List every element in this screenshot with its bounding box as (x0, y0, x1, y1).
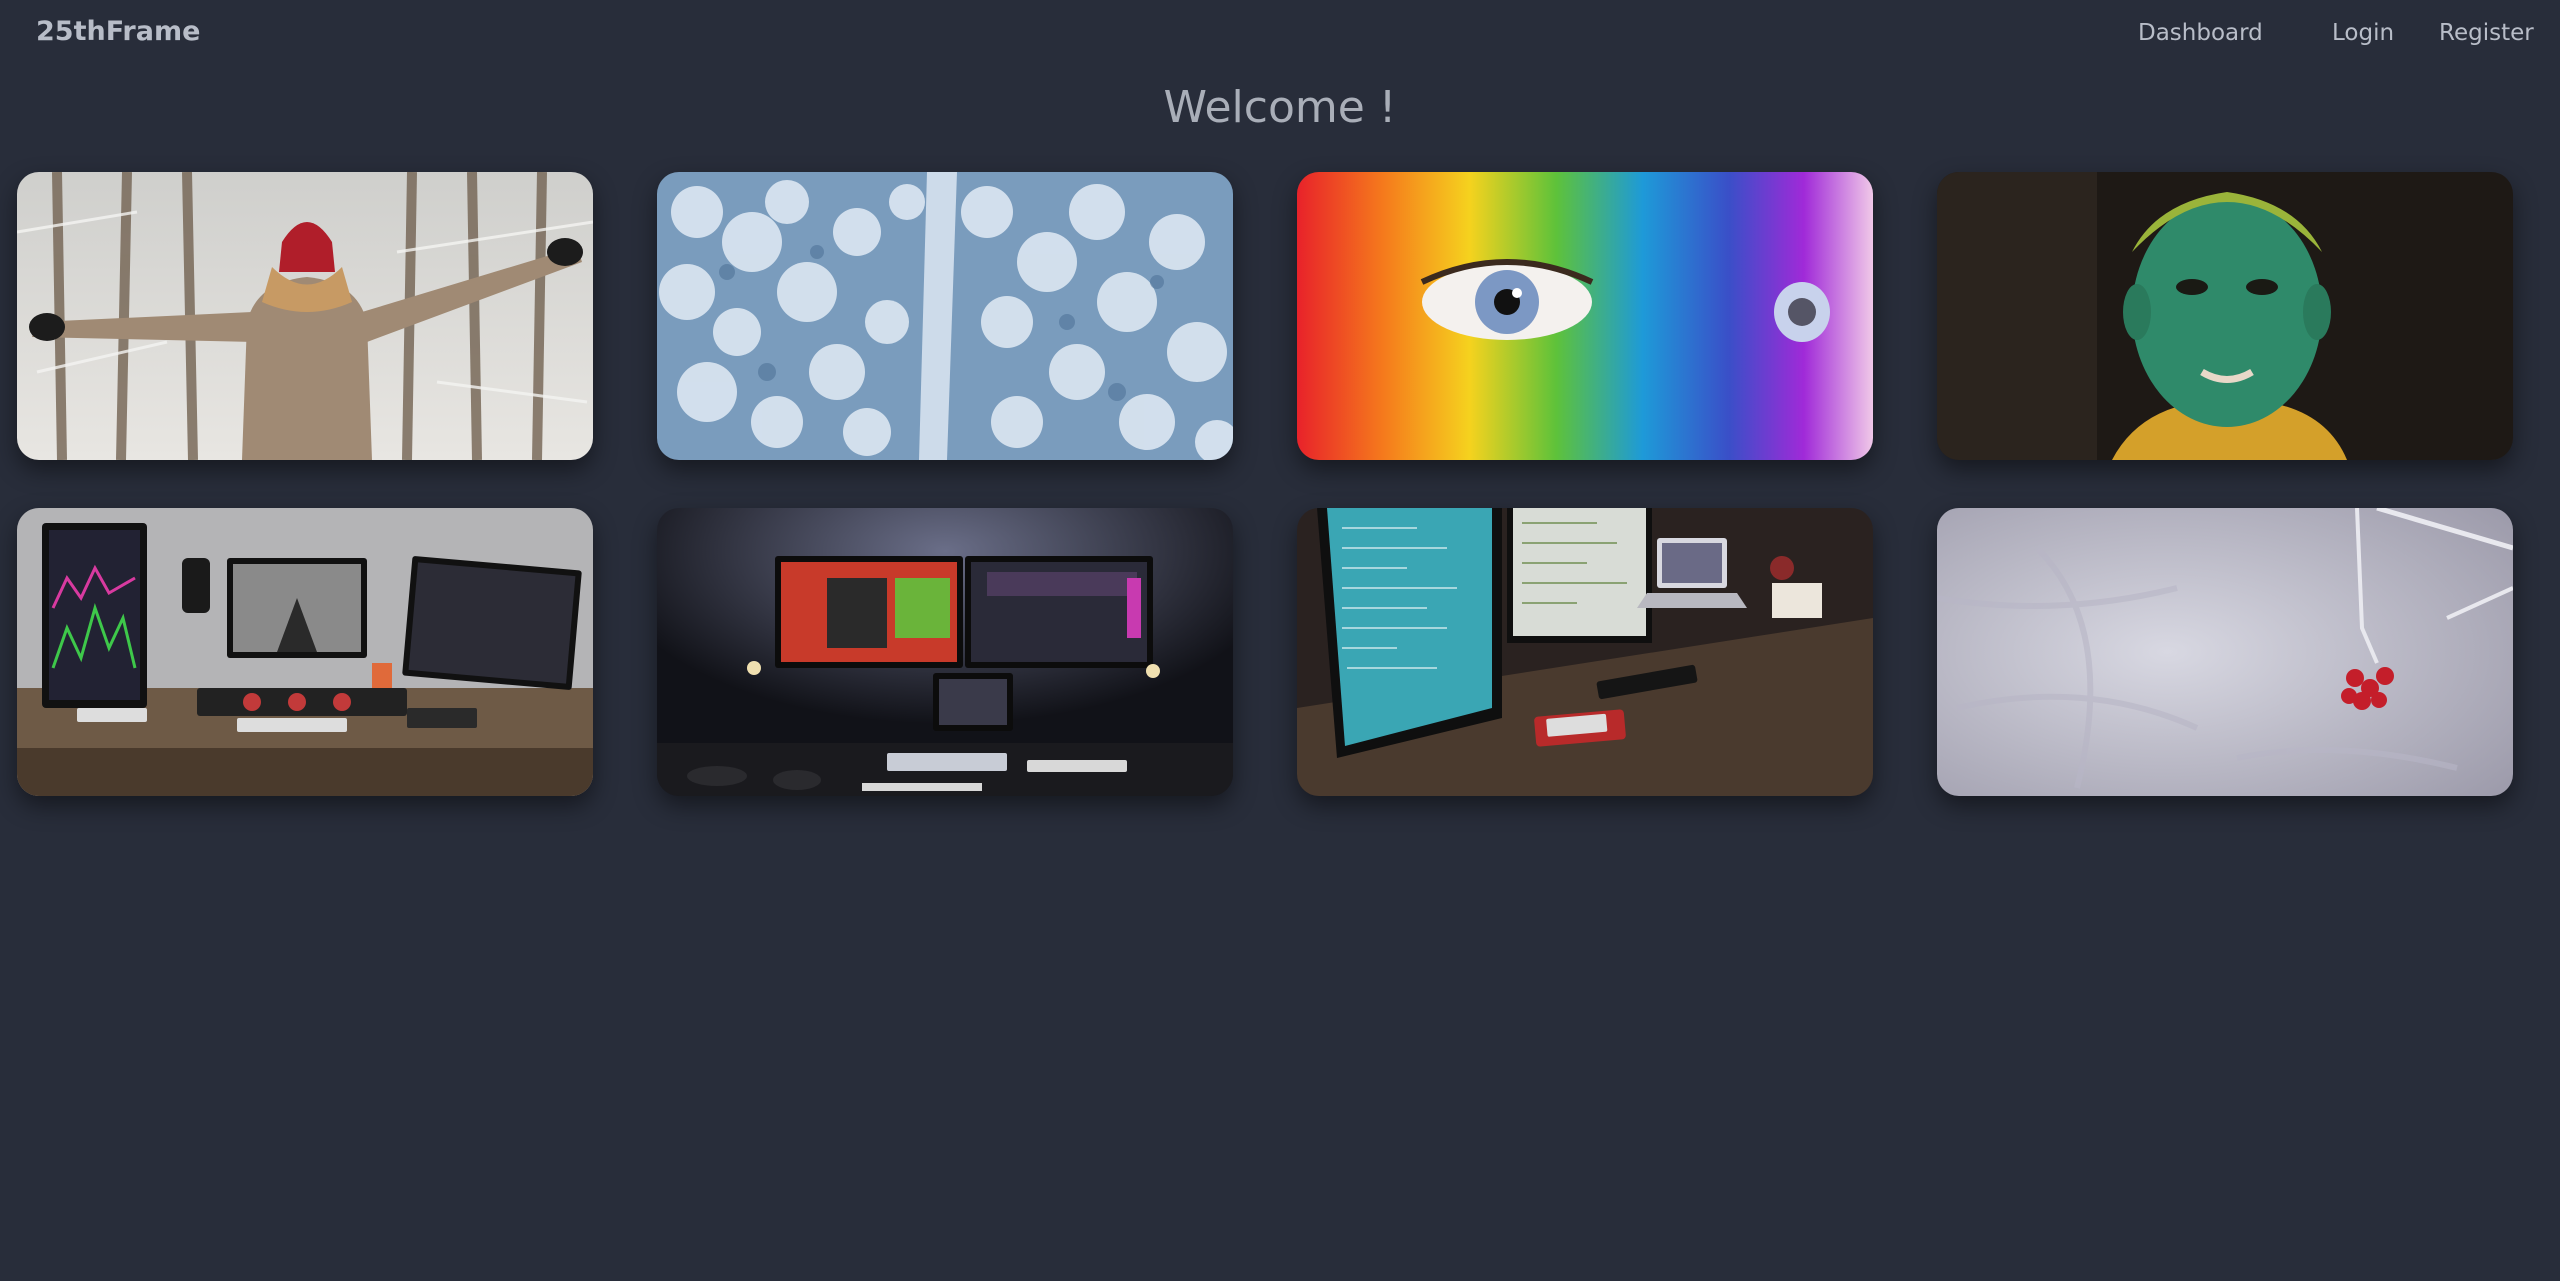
gallery-image (657, 508, 1233, 796)
gallery-card-gaming-setup[interactable] (657, 508, 1233, 796)
gallery-card-snowy-forest-woman[interactable] (17, 172, 593, 460)
gallery-image (1297, 508, 1873, 796)
gallery-image (17, 172, 593, 460)
nav-login-link[interactable]: Login (2332, 20, 2394, 46)
page-title: Welcome ! (1163, 82, 1397, 133)
navbar: 25thFrame Dashboard Login Register (0, 0, 2560, 72)
gallery-card-aerial-snow-forest[interactable] (657, 172, 1233, 460)
nav-dashboard-link[interactable]: Dashboard (2138, 20, 2263, 46)
gallery-card-editing-desk[interactable] (17, 508, 593, 796)
gallery-card-green-powder-boy[interactable] (1937, 172, 2513, 460)
gallery-image (1937, 508, 2513, 796)
gallery-card-frozen-berries[interactable] (1937, 508, 2513, 796)
gallery-image (17, 508, 593, 796)
gallery-card-rainbow-face[interactable] (1297, 172, 1873, 460)
gallery-image (1937, 172, 2513, 460)
gallery-image (657, 172, 1233, 460)
brand-logo-link[interactable]: 25thFrame (36, 16, 200, 47)
nav-register-link[interactable]: Register (2439, 20, 2534, 46)
gallery-image (1297, 172, 1873, 460)
gallery-card-programmer-desk[interactable] (1297, 508, 1873, 796)
